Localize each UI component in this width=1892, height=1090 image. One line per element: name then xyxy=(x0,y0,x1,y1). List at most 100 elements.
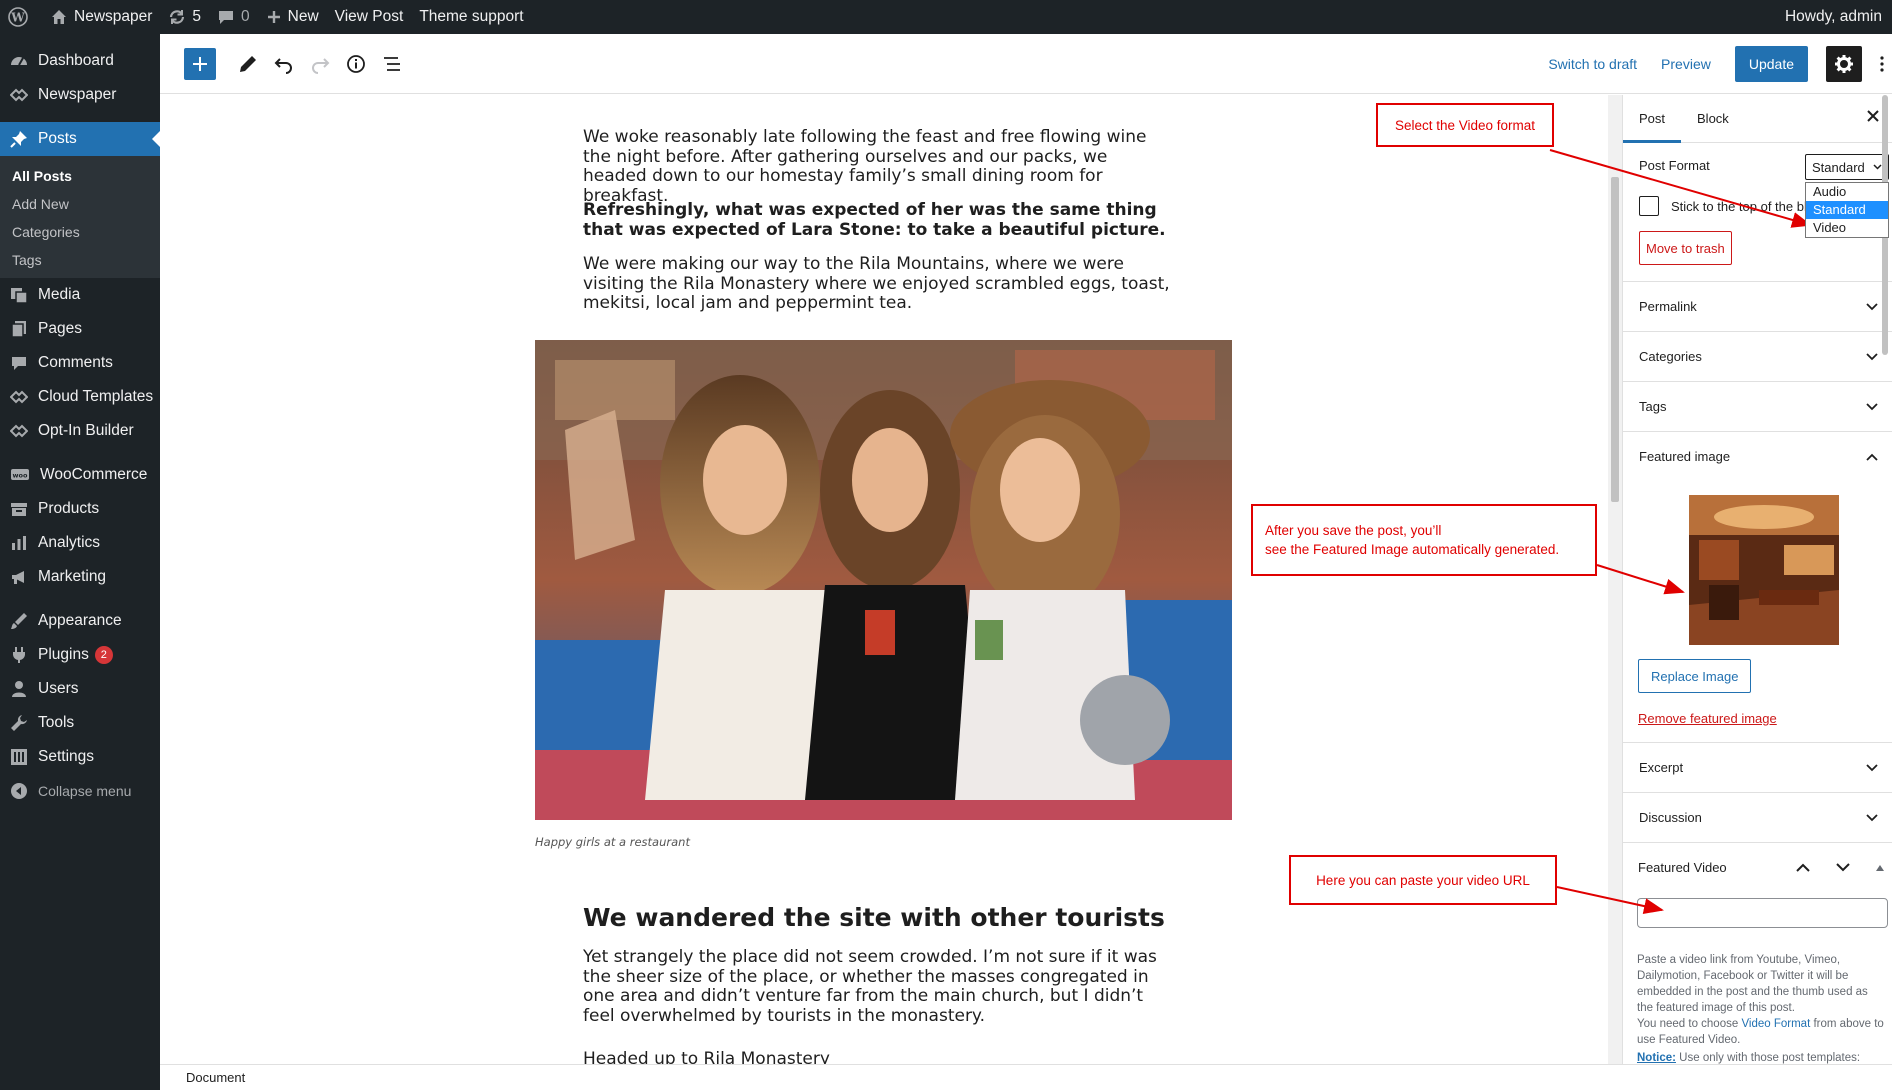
canvas-scrollbar[interactable] xyxy=(1608,95,1622,1064)
submenu-tags[interactable]: Tags xyxy=(0,246,160,274)
video-format-link[interactable]: Video Format xyxy=(1741,1018,1810,1030)
details-button[interactable] xyxy=(338,46,374,82)
sidebar-item-label: Products xyxy=(38,500,100,517)
sidebar-item-label: Comments xyxy=(38,354,113,371)
post-format-select[interactable]: Standard xyxy=(1805,154,1889,180)
discussion-panel-toggle[interactable]: Discussion xyxy=(1623,792,1892,842)
featured-image-panel-toggle[interactable]: Featured image xyxy=(1623,431,1892,481)
comments-link[interactable]: 0 xyxy=(209,0,258,34)
notice-text: Use only with those post templates: xyxy=(1675,1052,1861,1064)
permalink-panel-toggle[interactable]: Permalink xyxy=(1623,281,1892,331)
preview-button[interactable]: Preview xyxy=(1661,56,1711,72)
sidebar-item-opt-in-builder[interactable]: Opt-In Builder xyxy=(0,414,160,448)
replace-image-button[interactable]: Replace Image xyxy=(1638,659,1752,693)
sidebar-item-label: Newspaper xyxy=(38,86,117,103)
wordpress-logo-icon[interactable]: W xyxy=(0,0,42,34)
sidebar-item-label: Posts xyxy=(38,130,77,147)
chevron-down-icon xyxy=(1866,302,1878,310)
optin-icon xyxy=(10,424,28,438)
stick-to-top-checkbox[interactable] xyxy=(1639,196,1659,216)
option-video[interactable]: Video xyxy=(1806,219,1888,237)
redo-icon xyxy=(312,57,330,74)
categories-panel-toggle[interactable]: Categories xyxy=(1623,331,1892,381)
svg-text:woo: woo xyxy=(13,472,28,480)
options-button[interactable] xyxy=(1872,46,1892,82)
sidebar-item-label: Pages xyxy=(38,320,82,337)
image-caption[interactable]: Happy girls at a restaurant xyxy=(535,835,690,849)
annotation-text: Select the Video format xyxy=(1394,117,1536,133)
sidebar-item-appearance[interactable]: Appearance xyxy=(0,604,160,638)
tab-post[interactable]: Post xyxy=(1623,95,1681,143)
sidebar-item-dashboard[interactable]: Dashboard xyxy=(0,44,160,78)
sidebar-item-plugins[interactable]: Plugins 2 xyxy=(0,638,160,672)
undo-button[interactable] xyxy=(266,46,302,82)
tags-panel-toggle[interactable]: Tags xyxy=(1623,381,1892,431)
paragraph-block[interactable]: Headed up to Rila Monastery xyxy=(583,1049,1173,1064)
sidebar-item-woocommerce[interactable]: woo WooCommerce xyxy=(0,458,160,492)
move-to-trash-button[interactable]: Move to trash xyxy=(1639,231,1732,265)
sidebar-item-label: Opt-In Builder xyxy=(38,422,134,439)
submenu-all-posts[interactable]: All Posts xyxy=(0,162,160,190)
submenu-add-new[interactable]: Add New xyxy=(0,190,160,218)
site-name: Newspaper xyxy=(74,8,153,25)
sidebar-item-tools[interactable]: Tools xyxy=(0,706,160,740)
paragraph-block[interactable]: Yet strangely the place did not seem cro… xyxy=(583,947,1173,1026)
panel-scrollbar[interactable] xyxy=(1878,95,1892,1064)
view-post-link[interactable]: View Post xyxy=(327,0,412,34)
paragraph-block[interactable]: We woke reasonably late following the fe… xyxy=(583,127,1173,206)
image-block[interactable] xyxy=(535,340,1232,820)
settings-icon xyxy=(11,749,27,765)
sidebar-item-newspaper[interactable]: Newspaper xyxy=(0,78,160,112)
permalink-title: Permalink xyxy=(1639,299,1697,314)
move-up-button[interactable] xyxy=(1796,863,1810,872)
woocommerce-icon: woo xyxy=(11,469,29,480)
submenu-categories[interactable]: Categories xyxy=(0,218,160,246)
sidebar-item-pages[interactable]: Pages xyxy=(0,312,160,346)
sidebar-item-cloud-templates[interactable]: Cloud Templates xyxy=(0,380,160,414)
paragraph-block[interactable]: Refreshingly, what was expected of her w… xyxy=(583,200,1173,240)
sidebar-item-products[interactable]: Products xyxy=(0,492,160,526)
updates-link[interactable]: 5 xyxy=(160,0,209,34)
comments-count: 0 xyxy=(241,8,250,25)
update-button[interactable]: Update xyxy=(1734,45,1808,82)
sidebar-item-comments[interactable]: Comments xyxy=(0,346,160,380)
scrollbar-thumb[interactable] xyxy=(1611,177,1619,502)
breadcrumb-document[interactable]: Document xyxy=(186,1070,245,1085)
tools-edit-button[interactable] xyxy=(230,46,266,82)
sidebar-item-analytics[interactable]: Analytics xyxy=(0,526,160,560)
redo-button[interactable] xyxy=(302,46,338,82)
heading-block[interactable]: We wandered the site with other tourists xyxy=(583,903,1165,932)
appearance-icon xyxy=(11,613,27,629)
featured-image-thumbnail[interactable] xyxy=(1689,495,1839,645)
sidebar-item-marketing[interactable]: Marketing xyxy=(0,560,160,594)
featured-image-title: Featured image xyxy=(1639,449,1731,464)
option-audio[interactable]: Audio xyxy=(1806,183,1888,201)
sidebar-item-settings[interactable]: Settings xyxy=(0,740,160,774)
pin-icon xyxy=(10,131,27,148)
move-down-button[interactable] xyxy=(1836,863,1850,872)
remove-featured-image-link[interactable]: Remove featured image xyxy=(1638,711,1892,726)
settings-toggle-button[interactable] xyxy=(1826,45,1862,82)
site-name-link[interactable]: Newspaper xyxy=(42,0,160,34)
sidebar-item-media[interactable]: Media xyxy=(0,278,160,312)
featured-video-url-input[interactable] xyxy=(1637,898,1888,928)
excerpt-panel-toggle[interactable]: Excerpt xyxy=(1623,742,1892,792)
add-block-button[interactable] xyxy=(184,47,216,80)
theme-support-label: Theme support xyxy=(419,8,524,25)
paragraph-block[interactable]: We were making our way to the Rila Mount… xyxy=(583,254,1173,314)
sidebar-item-label: Settings xyxy=(38,748,95,765)
theme-support-link[interactable]: Theme support xyxy=(411,0,531,34)
howdy-label: Howdy, admin xyxy=(1784,8,1882,25)
home-icon xyxy=(52,10,66,24)
dashboard-icon xyxy=(11,57,27,66)
sidebar-item-posts[interactable]: Posts xyxy=(0,122,160,156)
plugins-update-badge: 2 xyxy=(94,646,113,664)
tab-block[interactable]: Block xyxy=(1681,95,1745,143)
new-content-link[interactable]: New xyxy=(258,0,327,34)
collapse-menu-button[interactable]: Collapse menu xyxy=(0,774,160,808)
switch-to-draft-button[interactable]: Switch to draft xyxy=(1548,56,1637,72)
list-view-button[interactable] xyxy=(374,46,410,82)
option-standard[interactable]: Standard xyxy=(1806,201,1888,219)
sidebar-item-users[interactable]: Users xyxy=(0,672,160,706)
howdy-user-menu[interactable]: Howdy, admin xyxy=(1777,0,1892,34)
